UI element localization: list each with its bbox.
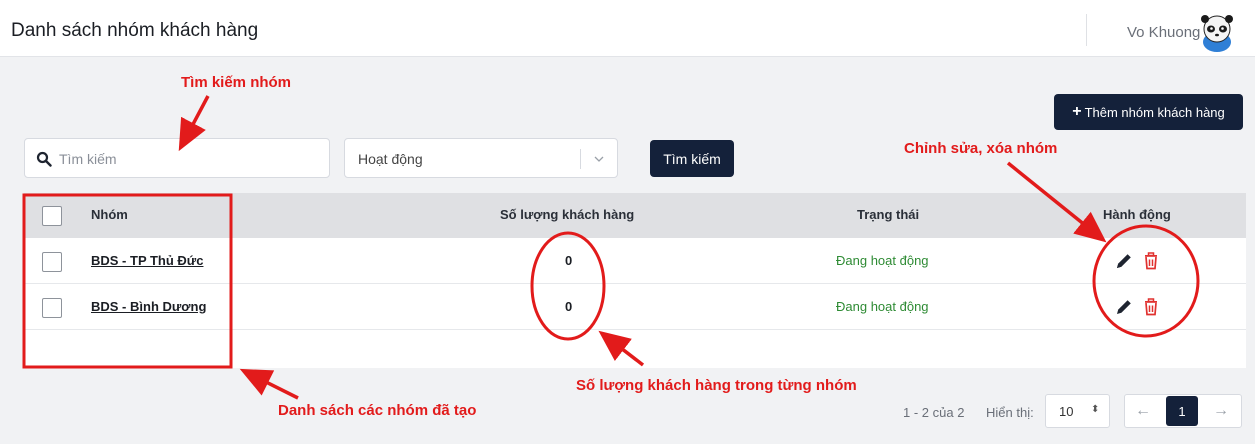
column-header-actions: Hành động: [1103, 207, 1171, 222]
search-icon: [36, 151, 52, 167]
add-group-label: Thêm nhóm khách hàng: [1084, 104, 1225, 120]
top-header: Danh sách nhóm khách hàng Vo Khuong: [0, 0, 1255, 57]
column-header-group[interactable]: Nhóm: [91, 207, 128, 222]
status-filter-value: Hoạt động: [358, 151, 423, 167]
table-empty-space: [24, 330, 1246, 368]
annotation-edit-delete: Chỉnh sửa, xóa nhóm: [904, 140, 1058, 157]
status-text: Đang hoạt động: [836, 299, 929, 314]
select-all-checkbox[interactable]: [42, 206, 62, 226]
next-page-arrow-icon[interactable]: →: [1204, 396, 1238, 426]
chevron-down-icon[interactable]: [593, 153, 605, 165]
select-separator: [580, 149, 581, 169]
groups-table: Nhóm Số lượng khách hàng Trạng thái Hành…: [24, 193, 1246, 368]
search-box[interactable]: [24, 138, 330, 178]
customer-count: 0: [565, 253, 573, 268]
annotation-search: Tìm kiếm nhóm: [181, 74, 292, 91]
pagination-range: 1 - 2 của 2: [903, 405, 965, 420]
per-page-label: Hiển thị:: [986, 405, 1034, 420]
edit-pencil-icon[interactable]: [1114, 251, 1134, 271]
table-header: Nhóm Số lượng khách hàng Trạng thái Hành…: [24, 193, 1246, 238]
user-name[interactable]: Vo Khuong: [1127, 24, 1200, 41]
per-page-select[interactable]: 10 ⬍: [1045, 394, 1110, 428]
row-checkbox[interactable]: [42, 252, 62, 272]
row-checkbox[interactable]: [42, 298, 62, 318]
header-divider: [1086, 14, 1087, 46]
group-name-link[interactable]: BDS - Bình Dương: [91, 299, 206, 314]
search-input[interactable]: [59, 148, 319, 170]
group-name-link[interactable]: BDS - TP Thủ Đức: [91, 253, 203, 268]
column-header-status[interactable]: Trạng thái: [857, 207, 919, 222]
add-group-button[interactable]: + Thêm nhóm khách hàng: [1054, 94, 1243, 130]
prev-page-arrow-icon[interactable]: ←: [1126, 396, 1160, 426]
panda-avatar-icon[interactable]: [1197, 12, 1237, 52]
delete-trash-icon[interactable]: [1141, 251, 1161, 271]
updown-arrows-icon: ⬍: [1091, 404, 1100, 415]
annotation-count: Số lượng khách hàng trong từng nhóm: [576, 377, 857, 394]
per-page-value: 10: [1059, 404, 1074, 419]
page-title: Danh sách nhóm khách hàng: [11, 20, 259, 41]
annotation-list: Danh sách các nhóm đã tạo: [278, 402, 477, 419]
table-row: BDS - TP Thủ Đức 0 Đang hoạt động: [24, 238, 1246, 284]
delete-trash-icon[interactable]: [1141, 297, 1161, 317]
column-header-count[interactable]: Số lượng khách hàng: [500, 207, 634, 222]
status-text: Đang hoạt động: [836, 253, 929, 268]
customer-count: 0: [565, 299, 573, 314]
search-button[interactable]: Tìm kiếm: [650, 140, 734, 177]
table-row: BDS - Bình Dương 0 Đang hoạt động: [24, 284, 1246, 330]
status-filter-select[interactable]: Hoạt động: [344, 138, 618, 178]
plus-icon: +: [1072, 103, 1082, 120]
current-page-button[interactable]: 1: [1166, 396, 1198, 426]
edit-pencil-icon[interactable]: [1114, 297, 1134, 317]
